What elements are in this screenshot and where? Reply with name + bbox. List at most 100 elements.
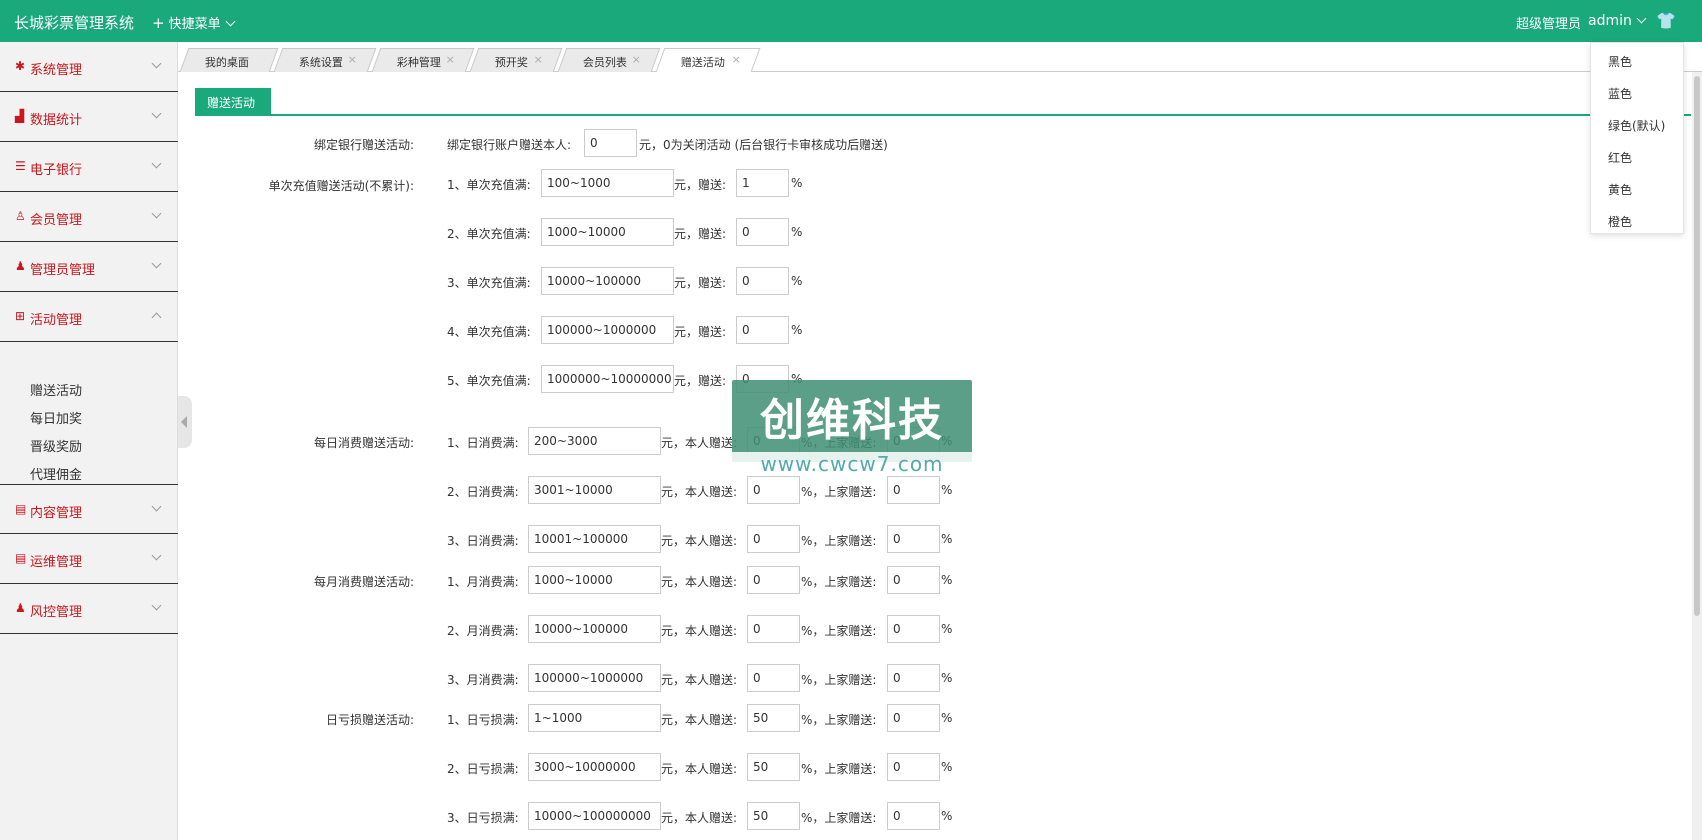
- sidebar-item-activities[interactable]: ⊞ 活动管理: [0, 292, 178, 342]
- daily-row-label: 1、日消费满:: [447, 436, 519, 450]
- recharge-row-label: 3、单次充值满:: [447, 276, 531, 290]
- daily-self-percent-input[interactable]: 0: [747, 525, 800, 553]
- color-option-green[interactable]: 绿色(默认): [1608, 117, 1665, 134]
- loss-range-input[interactable]: 3000~10000000: [528, 753, 661, 781]
- sidebar-item-content[interactable]: ▤ 内容管理: [0, 484, 178, 534]
- doc-icon: ▤: [15, 551, 27, 565]
- loss-self-percent-input[interactable]: 50: [747, 753, 800, 781]
- percent-sign: %: [791, 176, 803, 190]
- doc-icon: ▤: [15, 502, 27, 516]
- close-icon[interactable]: ×: [732, 53, 741, 66]
- sidebar-item-ops[interactable]: ▤ 运维管理: [0, 534, 178, 584]
- monthly-parent-percent-input[interactable]: 0: [887, 615, 940, 643]
- close-icon[interactable]: ×: [446, 53, 455, 66]
- scrollbar-thumb[interactable]: [1694, 76, 1700, 616]
- loss-parent-percent-input[interactable]: 0: [887, 802, 940, 830]
- daily-row-label: 2、日消费满:: [447, 485, 519, 499]
- sidebar-item-system[interactable]: ✱ 系统管理: [0, 42, 178, 92]
- color-option-yellow[interactable]: 黄色: [1608, 181, 1632, 198]
- monthly-row-label: 1、月消费满:: [447, 575, 519, 589]
- chevron-down-icon: [151, 208, 162, 219]
- monthly-self-percent-input[interactable]: 0: [747, 566, 800, 594]
- chevron-down-icon: [151, 501, 162, 512]
- monthly-self-percent-input[interactable]: 0: [747, 664, 800, 692]
- top-bar: 长城彩票管理系统 + 快捷菜单 超级管理员 admin 👕: [0, 0, 1702, 42]
- percent-sign: %: [941, 760, 953, 774]
- recharge-gift-text: 元，赠送:: [674, 325, 727, 339]
- tab-pre-draw[interactable]: 预开奖 ×: [469, 48, 563, 72]
- loss-row-label: 3、日亏损满:: [447, 811, 519, 825]
- daily-range-input[interactable]: 10001~100000: [528, 525, 661, 553]
- loss-self-percent-input[interactable]: 50: [747, 802, 800, 830]
- bank-prefix: 绑定银行账户赠送本人:: [447, 138, 572, 152]
- loss-self-percent-input[interactable]: 50: [747, 704, 800, 732]
- sidebar-item-stats[interactable]: ▟ 数据统计: [0, 92, 178, 142]
- theme-shirt-icon[interactable]: 👕: [1656, 11, 1676, 30]
- monthly-range-input[interactable]: 10000~100000: [528, 615, 661, 643]
- close-icon[interactable]: ×: [632, 53, 641, 66]
- section-tab[interactable]: 赠送活动: [195, 88, 271, 115]
- tab-system-settings[interactable]: 系统设置 ×: [273, 48, 377, 72]
- daily-parent-percent-input[interactable]: 0: [887, 476, 940, 504]
- daily-range-input[interactable]: 3001~10000: [528, 476, 661, 504]
- recharge-range-input[interactable]: 1000000~10000000: [541, 365, 674, 393]
- close-icon[interactable]: ×: [534, 53, 543, 66]
- recharge-activity-label: 单次充值赠送活动(不累计):: [268, 179, 414, 193]
- sidebar-subitem-daily-bonus[interactable]: 每日加奖: [30, 408, 82, 427]
- sidebar-item-members[interactable]: ♙ 会员管理: [0, 192, 178, 242]
- monthly-range-input[interactable]: 100000~1000000: [528, 664, 661, 692]
- loss-row-label: 1、日亏损满:: [447, 713, 519, 727]
- monthly-range-input[interactable]: 1000~10000: [528, 566, 661, 594]
- color-option-red[interactable]: 红色: [1608, 149, 1632, 166]
- chart-icon: ▟: [15, 109, 25, 123]
- color-option-orange[interactable]: 橙色: [1608, 213, 1632, 230]
- color-option-blue[interactable]: 蓝色: [1608, 85, 1632, 102]
- percent-sign: %: [791, 225, 803, 239]
- recharge-gift-text: 元，赠送:: [674, 227, 727, 241]
- sidebar-subitem-commission[interactable]: 代理佣金: [30, 464, 82, 483]
- monthly-parent-text: %，上家赠送:: [801, 575, 877, 589]
- bank-activity-label: 绑定银行赠送活动:: [313, 138, 414, 152]
- recharge-percent-input[interactable]: 0: [736, 267, 789, 295]
- loss-parent-percent-input[interactable]: 0: [887, 753, 940, 781]
- monthly-parent-percent-input[interactable]: 0: [887, 566, 940, 594]
- sidebar-subitem-gift[interactable]: 赠送活动: [30, 380, 82, 399]
- sidebar-item-risk[interactable]: ♟ 风控管理: [0, 584, 178, 634]
- daily-parent-percent-input[interactable]: 0: [887, 525, 940, 553]
- recharge-percent-input[interactable]: 1: [736, 169, 789, 197]
- recharge-percent-input[interactable]: 0: [736, 316, 789, 344]
- chevron-left-icon: [181, 416, 187, 428]
- tab-member-list[interactable]: 会员列表 ×: [557, 48, 661, 72]
- monthly-self-text: 元，本人赠送:: [661, 575, 738, 589]
- loss-range-input[interactable]: 10000~100000000: [528, 802, 661, 830]
- monthly-parent-text: %，上家赠送:: [801, 673, 877, 687]
- tab-desktop[interactable]: 我的桌面: [179, 48, 279, 72]
- tab-gift-activity[interactable]: 赠送活动 ×: [655, 48, 761, 72]
- close-icon[interactable]: ×: [348, 53, 357, 66]
- list-icon: ☰: [15, 159, 26, 173]
- loss-parent-text: %，上家赠送:: [801, 762, 877, 776]
- tab-lottery-types[interactable]: 彩种管理 ×: [371, 48, 475, 72]
- recharge-row-label: 4、单次充值满:: [447, 325, 531, 339]
- scrollbar[interactable]: [1692, 72, 1702, 840]
- monthly-self-percent-input[interactable]: 0: [747, 615, 800, 643]
- chevron-up-icon: [151, 312, 162, 323]
- recharge-range-input[interactable]: 100000~1000000: [541, 316, 674, 344]
- loss-self-text: 元，本人赠送:: [661, 762, 738, 776]
- daily-range-input[interactable]: 200~3000: [528, 427, 661, 455]
- color-option-black[interactable]: 黑色: [1608, 53, 1632, 70]
- monthly-parent-percent-input[interactable]: 0: [887, 664, 940, 692]
- daily-self-percent-input[interactable]: 0: [747, 476, 800, 504]
- loss-range-input[interactable]: 1~1000: [528, 704, 661, 732]
- sidebar-subitem-promotion[interactable]: 晋级奖励: [30, 436, 82, 455]
- recharge-range-input[interactable]: 100~1000: [541, 169, 674, 197]
- quick-menu-button[interactable]: + 快捷菜单: [152, 13, 236, 32]
- recharge-range-input[interactable]: 1000~10000: [541, 218, 674, 246]
- bank-gift-input[interactable]: 0: [584, 129, 637, 157]
- recharge-percent-input[interactable]: 0: [736, 218, 789, 246]
- sidebar-item-admins[interactable]: ♟ 管理员管理: [0, 242, 178, 292]
- loss-parent-percent-input[interactable]: 0: [887, 704, 940, 732]
- sidebar-item-ebank[interactable]: ☰ 电子银行: [0, 142, 178, 192]
- recharge-range-input[interactable]: 10000~100000: [541, 267, 674, 295]
- user-menu[interactable]: admin: [1588, 13, 1647, 29]
